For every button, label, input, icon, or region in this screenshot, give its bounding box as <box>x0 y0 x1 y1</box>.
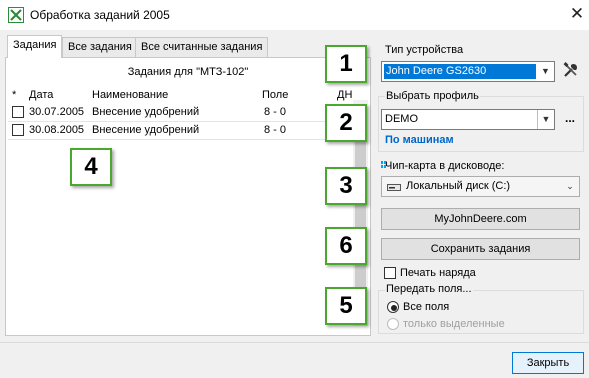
tasks-subtitle: Задания для "МТЗ-102" <box>127 66 249 78</box>
device-type-value: John Deere GS2630 <box>384 64 536 79</box>
callout-5: 5 <box>325 287 367 325</box>
row-1-field: 8 - 0 <box>264 106 287 118</box>
chevron-down-icon[interactable]: ▼ <box>537 62 554 81</box>
all-fields-radio[interactable] <box>387 301 399 313</box>
row-1-checkbox[interactable] <box>12 106 24 118</box>
callout-4: 4 <box>70 148 112 186</box>
tab-all-read-tasks[interactable]: Все считанные задания <box>135 37 269 57</box>
transfer-legend: Передать поля... <box>385 283 473 295</box>
header-name[interactable]: Наименование <box>92 89 168 101</box>
callout-2: 2 <box>325 104 367 142</box>
row-2-date: 30.08.2005 <box>29 124 85 136</box>
device-type-label: Тип устройства <box>385 44 464 56</box>
chevron-down-icon[interactable]: ⌄ <box>561 177 579 196</box>
device-type-combo[interactable]: John Deere GS2630 ▼ <box>381 61 555 82</box>
tab-tasks[interactable]: Задания <box>7 35 63 58</box>
profile-more-button[interactable]: ... <box>565 111 575 125</box>
profile-combo[interactable]: DEMO ▼ <box>381 109 555 130</box>
print-order-label: Печать наряда <box>400 267 476 279</box>
profile-label: Выбрать профиль <box>385 90 480 102</box>
tools-icon[interactable] <box>563 62 579 78</box>
myjohndeere-button[interactable]: MyJohnDeere.com <box>381 208 580 230</box>
by-machines-link[interactable]: По машинам <box>385 134 454 146</box>
callout-6: 6 <box>325 227 367 265</box>
close-window-button[interactable]: ✕ <box>568 3 586 25</box>
window-title: Обработка заданий 2005 <box>30 8 170 22</box>
all-fields-label: Все поля <box>403 301 450 313</box>
tab-all-tasks[interactable]: Все задания <box>62 37 138 57</box>
callout-3: 3 <box>325 167 367 205</box>
windows-icon <box>381 160 386 168</box>
chip-card-label: Чип-карта в дисководе: <box>385 160 505 172</box>
drive-value: Локальный диск (C:) <box>406 180 511 192</box>
row-divider <box>8 121 352 122</box>
selected-only-label: только выделенные <box>403 318 505 330</box>
header-days[interactable]: ДН <box>337 89 352 101</box>
row-2-checkbox[interactable] <box>12 124 24 136</box>
profile-value: DEMO <box>385 113 418 125</box>
tasks-panel <box>5 57 371 336</box>
scrollbar-thumb[interactable] <box>355 140 366 290</box>
app-icon <box>8 7 24 23</box>
row-1-name: Внесение удобрений <box>92 106 200 118</box>
selected-only-radio[interactable] <box>387 318 399 330</box>
radio-selected-dot <box>391 305 397 311</box>
drive-combo[interactable]: Локальный диск (C:) ⌄ <box>381 176 580 197</box>
print-order-checkbox[interactable] <box>384 267 396 279</box>
bottom-divider <box>0 342 589 343</box>
save-tasks-button[interactable]: Сохранить задания <box>381 238 580 260</box>
close-button[interactable]: Закрыть <box>512 352 584 374</box>
drive-icon <box>387 184 401 191</box>
row-2-field: 8 - 0 <box>264 124 287 136</box>
header-check[interactable]: * <box>12 89 16 101</box>
row-divider <box>8 139 352 140</box>
row-2-name: Внесение удобрений <box>92 124 200 136</box>
header-date[interactable]: Дата <box>29 89 53 101</box>
header-field[interactable]: Поле <box>262 89 288 101</box>
row-1-date: 30.07.2005 <box>29 106 85 118</box>
callout-1: 1 <box>325 45 367 83</box>
chevron-down-icon[interactable]: ▼ <box>537 110 554 129</box>
